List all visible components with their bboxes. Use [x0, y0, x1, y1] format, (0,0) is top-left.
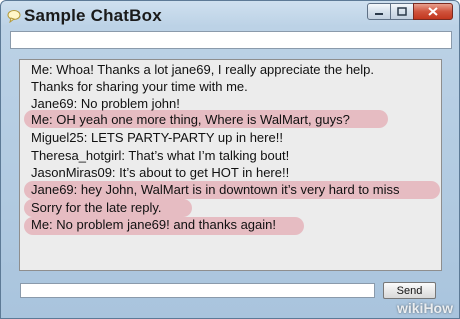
message-input[interactable]: [20, 283, 375, 298]
chat-message: JasonMiras09: It’s about to get HOT in h…: [31, 165, 290, 180]
chat-bubble-icon: [7, 10, 21, 23]
maximize-icon: [397, 7, 407, 16]
minimize-icon: [375, 12, 383, 15]
chat-log[interactable]: Me: Whoa! Thanks a lot jane69, I really …: [19, 59, 442, 271]
chat-message: Me: Whoa! Thanks a lot jane69, I really …: [31, 62, 375, 77]
minimize-button[interactable]: [367, 3, 391, 20]
window-title: Sample ChatBox: [24, 6, 162, 25]
chat-message: Me: No problem jane69! and thanks again!: [31, 217, 276, 232]
chat-message: Jane69: hey John, WalMart is in downtown…: [31, 182, 400, 197]
top-text-field[interactable]: [10, 31, 452, 49]
watermark-logo: wikiHow: [396, 300, 453, 316]
maximize-button[interactable]: [390, 3, 414, 20]
chat-window: Sample ChatBox Me: Whoa! Thanks a lot ja…: [0, 0, 460, 319]
chat-message: Me: OH yeah one more thing, Where is Wal…: [31, 112, 350, 127]
chat-message: Jane69: No problem john!: [31, 96, 180, 111]
close-button[interactable]: [413, 3, 453, 20]
chat-message: Thanks for sharing your time with me.: [31, 79, 248, 94]
chat-message: Sorry for the late reply.: [31, 200, 162, 215]
chat-message: Theresa_hotgirl: That’s what I’m talking…: [31, 148, 290, 163]
window-controls: [367, 3, 453, 20]
chat-message: Miguel25: LETS PARTY-PARTY up in here!!: [31, 130, 283, 145]
send-button[interactable]: Send: [383, 282, 436, 299]
title-bar[interactable]: Sample ChatBox: [1, 1, 459, 31]
close-icon: [428, 7, 438, 16]
